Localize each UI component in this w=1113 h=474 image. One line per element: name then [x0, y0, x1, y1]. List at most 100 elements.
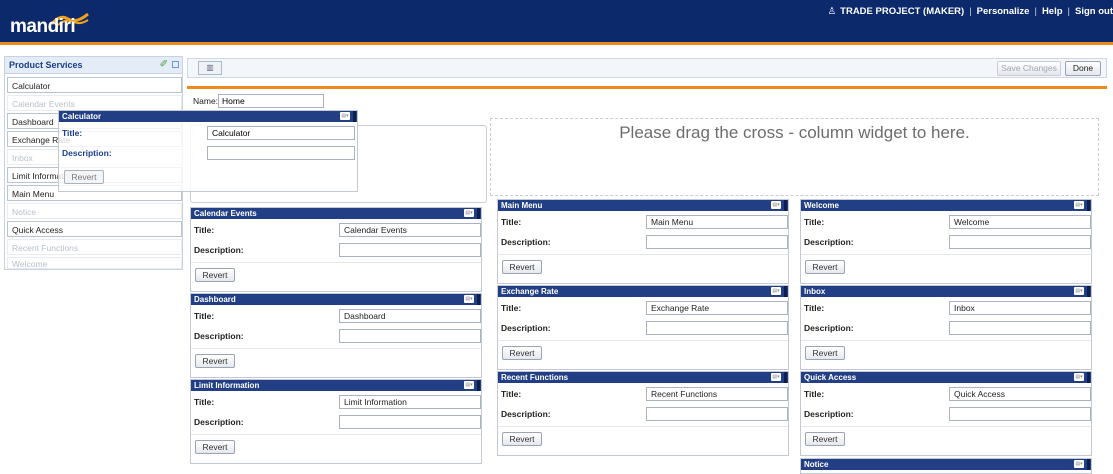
user-icon: ♙	[827, 6, 837, 17]
revert-button[interactable]: Revert	[195, 268, 235, 282]
widget-header[interactable]: Calculator ▤▾	[59, 111, 357, 122]
title-input[interactable]	[949, 387, 1091, 401]
widget-menu-icon[interactable]: ▤▾	[1074, 460, 1084, 468]
revert-button[interactable]: Revert	[502, 432, 542, 446]
revert-button[interactable]: Revert	[502, 346, 542, 360]
dragging-widget-calculator[interactable]: Calculator ▤▾ Title: Description: Revert	[58, 110, 358, 192]
widget-handle[interactable]	[477, 294, 480, 305]
widget-calendar-events: Calendar Events ▤▾ Title: Description: Re…	[190, 207, 482, 292]
widget-dashboard: Dashboard ▤▾ Title: Description: Revert	[190, 293, 482, 378]
title-input[interactable]	[646, 301, 788, 315]
title-input[interactable]	[949, 215, 1091, 229]
mandiri-logo[interactable]: mandiri	[10, 12, 90, 38]
widget-header[interactable]: Notice ▤▾	[801, 459, 1091, 470]
user-name: TRADE PROJECT (MAKER)	[840, 6, 965, 17]
widget-menu-icon[interactable]: ▤▾	[464, 381, 474, 389]
title-label: Title:	[62, 128, 83, 138]
name-input[interactable]	[218, 94, 324, 108]
title-label: Title:	[501, 389, 522, 399]
title-label: Title:	[501, 217, 522, 227]
widget-handle[interactable]	[784, 372, 787, 383]
pin-icon[interactable]: ✐	[160, 59, 168, 70]
widget-handle[interactable]	[353, 111, 356, 122]
widget-handle[interactable]	[1087, 459, 1090, 470]
description-input[interactable]	[339, 329, 481, 343]
widget-handle[interactable]	[1087, 200, 1090, 211]
description-input[interactable]	[646, 235, 788, 249]
widget-quick-access: Quick Access ▤▾ Title: Description: Rever…	[800, 371, 1092, 456]
widget-handle[interactable]	[477, 208, 480, 219]
widget-header[interactable]: Main Menu ▤▾	[498, 200, 788, 211]
title-label: Title:	[804, 389, 825, 399]
revert-button[interactable]: Revert	[195, 354, 235, 368]
save-changes-button[interactable]: Save Changes	[997, 61, 1061, 76]
sidebar-item-quick-access[interactable]: Quick Access	[7, 221, 182, 237]
drop-hint: Please drag the cross - column widget to…	[619, 123, 970, 142]
title-input[interactable]	[207, 126, 355, 140]
description-label: Description:	[194, 245, 244, 255]
header-stripe	[0, 42, 1113, 45]
description-input[interactable]	[339, 415, 481, 429]
widget-menu-icon[interactable]: ▤▾	[1074, 201, 1084, 209]
personalize-link[interactable]: Personalize	[977, 6, 1030, 17]
panel-menu-icon[interactable]	[172, 61, 179, 68]
revert-button[interactable]: Revert	[195, 440, 235, 454]
panel-title: Product Services	[9, 60, 83, 70]
description-label: Description:	[501, 237, 551, 247]
widget-menu-icon[interactable]: ▤▾	[464, 209, 474, 217]
title-input[interactable]	[646, 215, 788, 229]
widget-exchange-rate: Exchange Rate ▤▾ Title: Description: Reve…	[497, 285, 789, 370]
description-input[interactable]	[949, 235, 1091, 249]
widget-handle[interactable]	[1087, 286, 1090, 297]
widget-notice: Notice ▤▾	[800, 458, 1092, 474]
description-input[interactable]	[646, 321, 788, 335]
widget-menu-icon[interactable]: ▤▾	[464, 295, 474, 303]
layout-icon[interactable]: ▥	[198, 61, 222, 75]
widget-header[interactable]: Recent Functions ▤▾	[498, 372, 788, 383]
title-label: Title:	[804, 303, 825, 313]
revert-button[interactable]: Revert	[805, 260, 845, 274]
sign-out-link[interactable]: Sign out	[1075, 6, 1113, 17]
widget-header[interactable]: Welcome ▤▾	[801, 200, 1091, 211]
panel-header: Product Services ✐	[5, 57, 182, 74]
title-input[interactable]	[339, 395, 481, 409]
widget-header[interactable]: Limit Information ▤▾	[191, 380, 481, 391]
widget-handle[interactable]	[477, 380, 480, 391]
widget-menu-icon[interactable]: ▤▾	[1074, 373, 1084, 381]
revert-button[interactable]: Revert	[502, 260, 542, 274]
widget-header[interactable]: Calendar Events ▤▾	[191, 208, 481, 219]
orange-divider	[187, 86, 1107, 89]
widget-header[interactable]: Dashboard ▤▾	[191, 294, 481, 305]
widget-menu-icon[interactable]: ▤▾	[340, 112, 350, 120]
widget-title: Recent Functions	[501, 373, 569, 382]
revert-button[interactable]: Revert	[805, 432, 845, 446]
description-input[interactable]	[646, 407, 788, 421]
title-input[interactable]	[949, 301, 1091, 315]
title-input[interactable]	[646, 387, 788, 401]
widget-handle[interactable]	[784, 200, 787, 211]
description-input[interactable]	[949, 321, 1091, 335]
widget-header[interactable]: Inbox ▤▾	[801, 286, 1091, 297]
widget-menu-icon[interactable]: ▤▾	[771, 201, 781, 209]
title-input[interactable]	[339, 309, 481, 323]
cross-column-drop-zone[interactable]: Please drag the cross - column widget to…	[490, 118, 1099, 196]
title-input[interactable]	[339, 223, 481, 237]
revert-button[interactable]: Revert	[64, 170, 104, 184]
widget-header[interactable]: Quick Access ▤▾	[801, 372, 1091, 383]
widget-header[interactable]: Exchange Rate ▤▾	[498, 286, 788, 297]
description-input[interactable]	[207, 146, 355, 160]
widget-menu-icon[interactable]: ▤▾	[771, 373, 781, 381]
widget-title: Notice	[804, 460, 829, 469]
revert-button[interactable]: Revert	[805, 346, 845, 360]
widget-menu-icon[interactable]: ▤▾	[771, 287, 781, 295]
sidebar-item-calculator[interactable]: Calculator	[7, 77, 182, 93]
sidebar-item-recent-functions: Recent Functions	[7, 239, 182, 255]
widget-menu-icon[interactable]: ▤▾	[1074, 287, 1084, 295]
description-input[interactable]	[949, 407, 1091, 421]
description-input[interactable]	[339, 243, 481, 257]
widget-handle[interactable]	[1087, 372, 1090, 383]
widget-handle[interactable]	[784, 286, 787, 297]
widget-title: Limit Information	[194, 381, 260, 390]
done-button[interactable]: Done	[1065, 61, 1101, 76]
help-link[interactable]: Help	[1042, 6, 1063, 17]
